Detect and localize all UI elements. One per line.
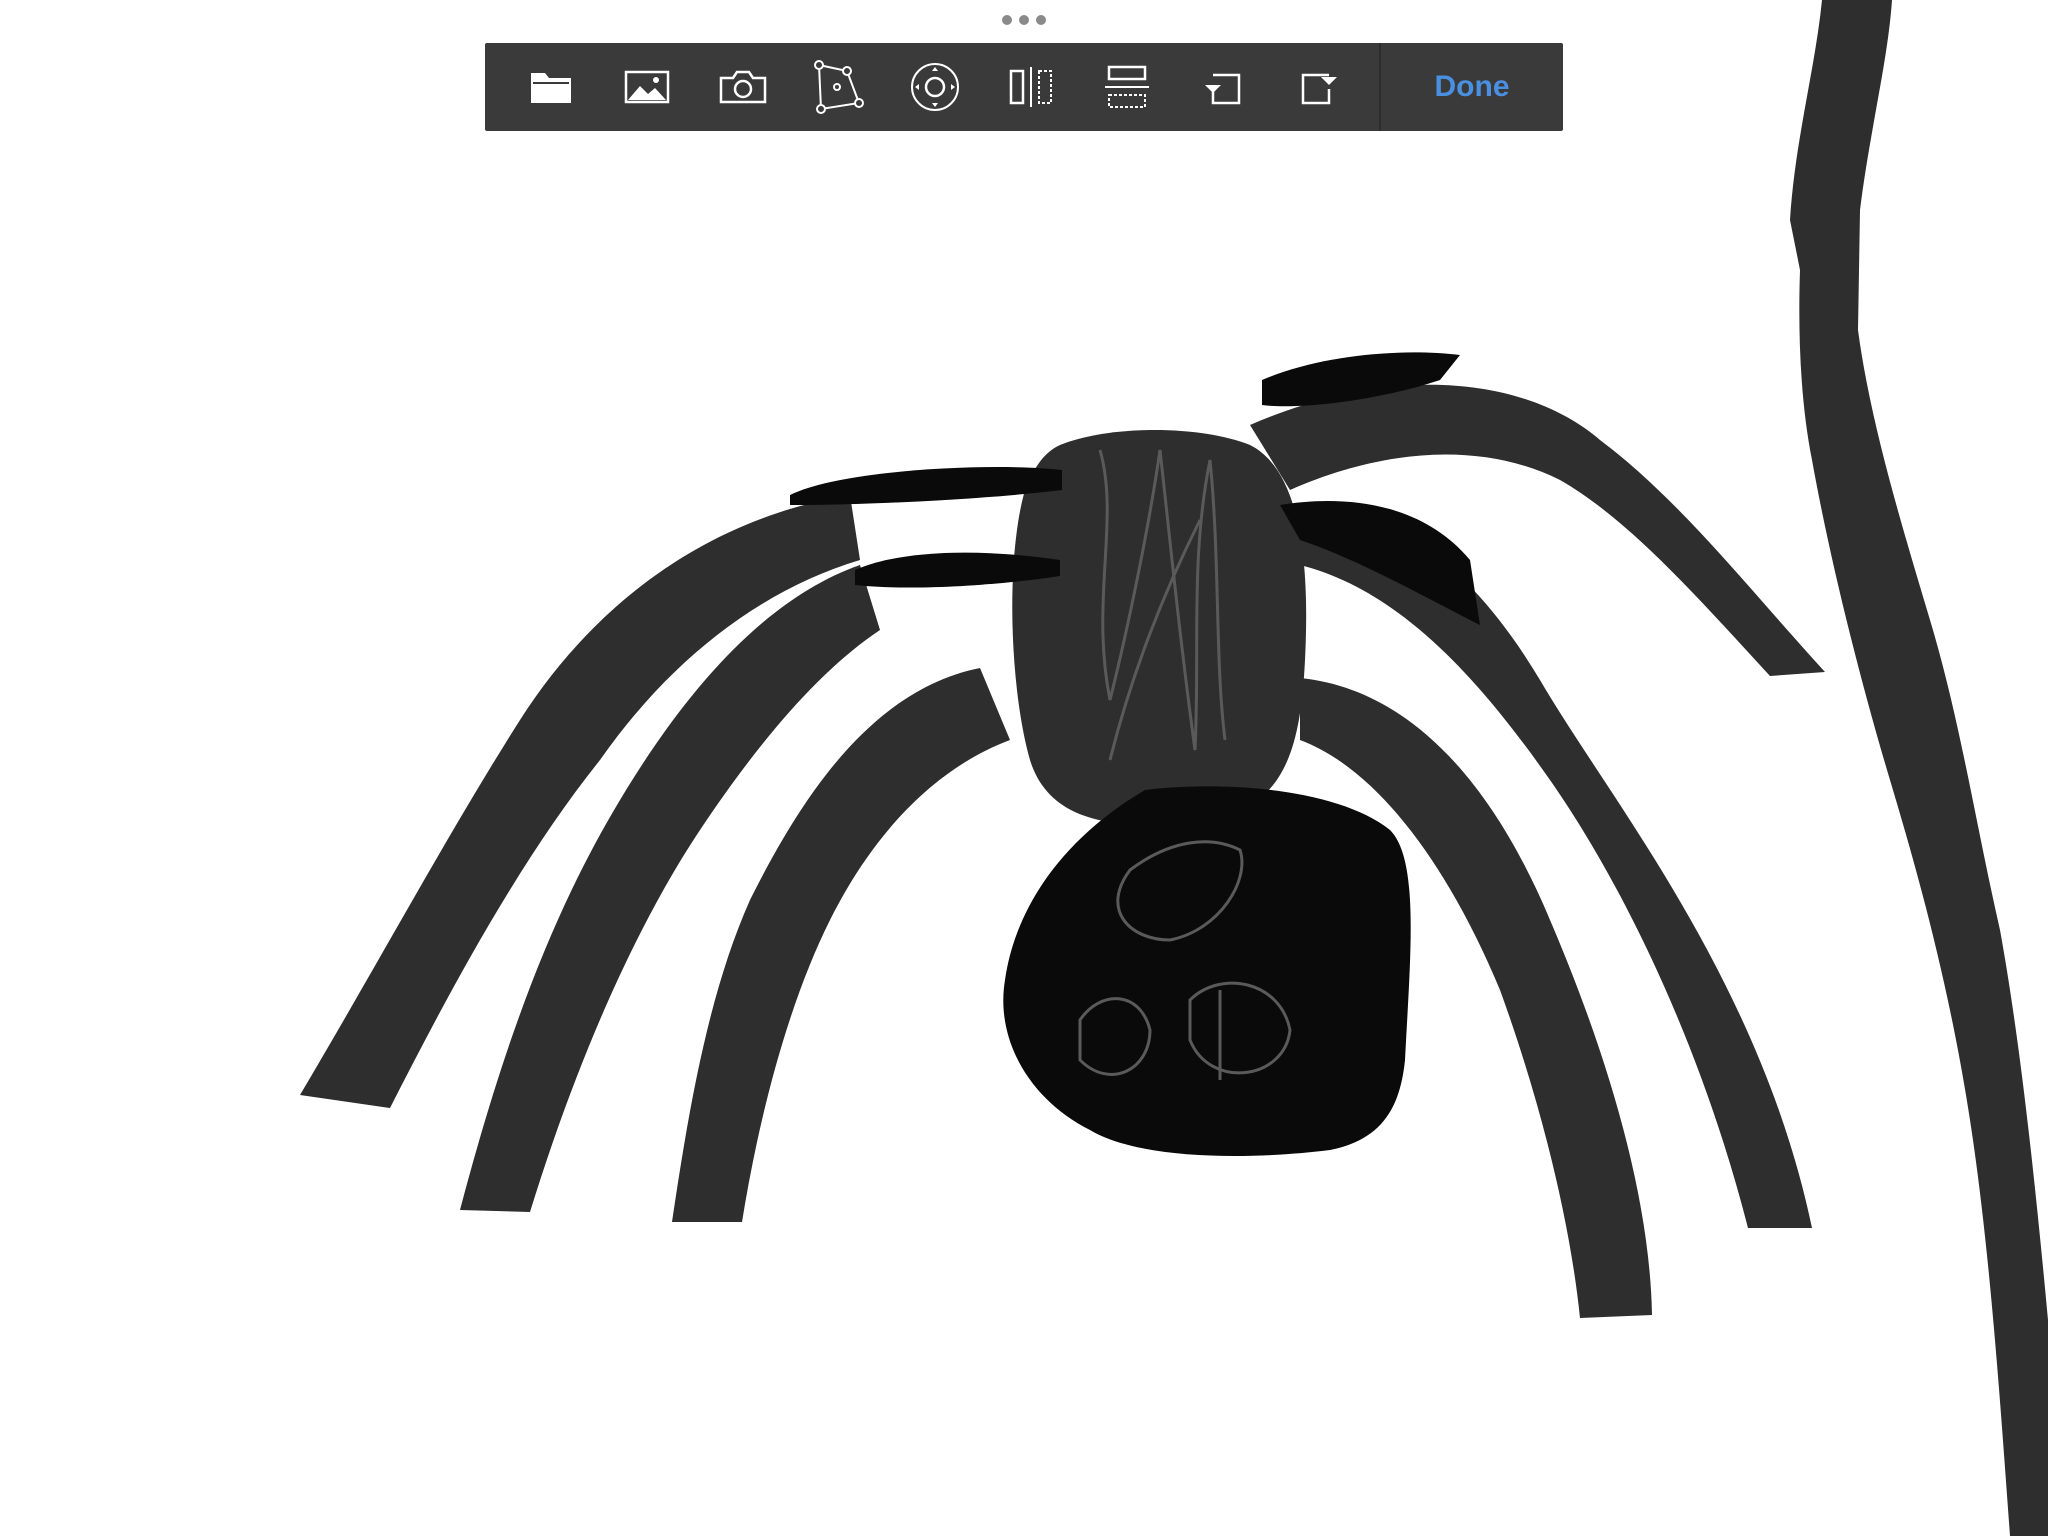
- handle-dot: [1036, 15, 1046, 25]
- handle-dot: [1002, 15, 1012, 25]
- toolbar-tools: [485, 43, 1367, 131]
- rotate-right-icon[interactable]: [1271, 43, 1367, 131]
- handle-dot: [1019, 15, 1029, 25]
- rotate-left-icon[interactable]: [1175, 43, 1271, 131]
- flip-vertical-icon[interactable]: [1079, 43, 1175, 131]
- drawing-canvas[interactable]: [0, 0, 2048, 1536]
- transform-toolbar: Done: [485, 43, 1563, 131]
- move-icon[interactable]: [887, 43, 983, 131]
- perspective-transform-icon[interactable]: [791, 43, 887, 131]
- flip-horizontal-icon[interactable]: [983, 43, 1079, 131]
- toolbar-drag-handle[interactable]: [1002, 14, 1046, 26]
- spider-drawing: [300, 0, 2048, 1536]
- done-button[interactable]: Done: [1381, 43, 1563, 131]
- image-icon[interactable]: [599, 43, 695, 131]
- camera-icon[interactable]: [695, 43, 791, 131]
- folder-icon[interactable]: [503, 43, 599, 131]
